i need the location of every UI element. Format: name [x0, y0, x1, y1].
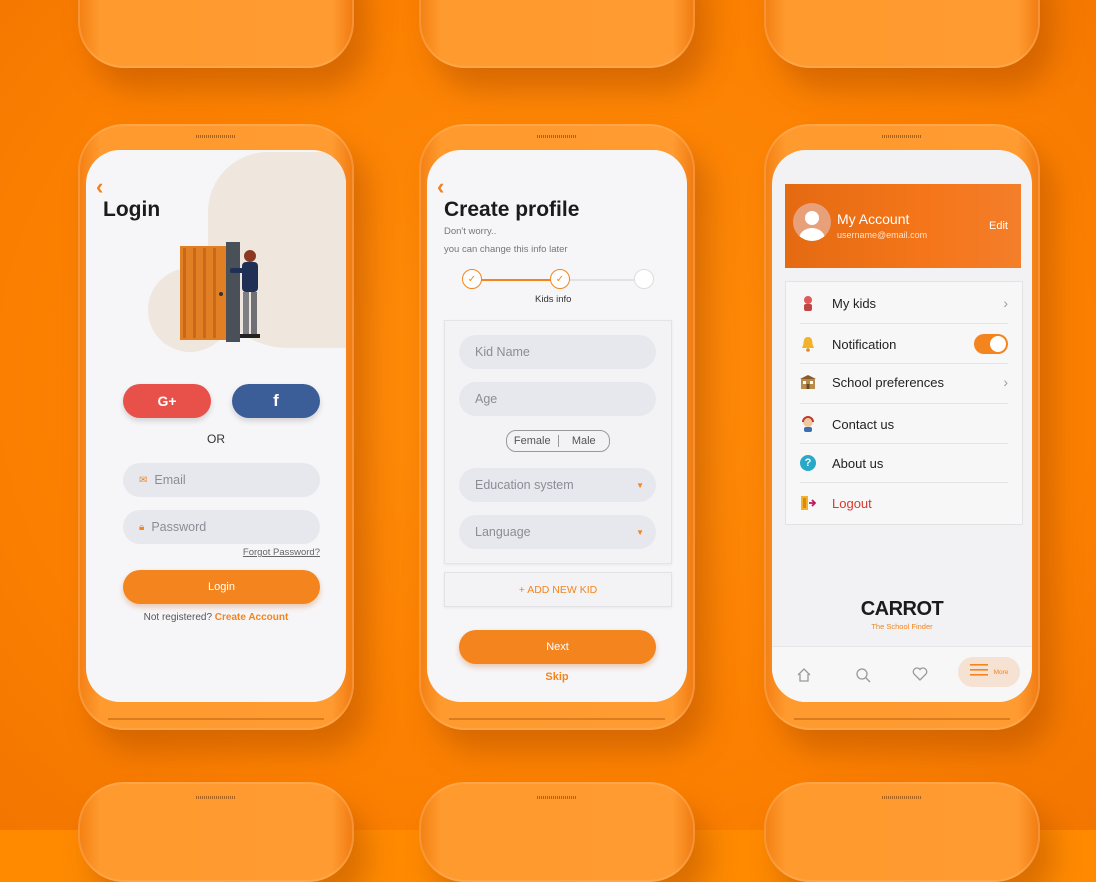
chevron-right-icon: ›	[1003, 374, 1008, 390]
menu-item-label: About us	[832, 455, 884, 471]
skip-button[interactable]: Skip	[427, 671, 687, 683]
notification-toggle[interactable]	[974, 334, 1008, 354]
subtitle-line-1: Don't worry..	[444, 226, 497, 237]
school-icon	[800, 374, 816, 390]
toggle-knob	[990, 336, 1006, 352]
education-placeholder: Education system	[475, 478, 574, 492]
bell-icon	[800, 336, 816, 352]
search-icon[interactable]	[855, 667, 871, 688]
avatar	[793, 203, 831, 241]
lock-icon: 🔒︎	[139, 521, 145, 533]
facebook-login-button[interactable]: f	[232, 384, 320, 418]
heart-icon[interactable]	[912, 667, 928, 686]
menu-item-about-us[interactable]: ? About us	[786, 443, 1022, 483]
email-icon: ✉	[139, 474, 148, 486]
phone-peek-bottom-left	[78, 782, 354, 882]
edit-button[interactable]: Edit	[989, 220, 1008, 232]
create-account-link[interactable]: Create Account	[215, 612, 289, 623]
menu-item-label: Logout	[832, 495, 872, 511]
add-new-kid-button[interactable]: + ADD NEW KID	[444, 572, 672, 607]
phone-login: ‹ Login G+ f OR ✉ Email 🔒︎ Password Forg…	[78, 124, 354, 730]
back-arrow-icon[interactable]: ‹	[437, 176, 444, 198]
phone-peek-top-middle	[419, 0, 695, 68]
more-nav-button[interactable]: More	[958, 657, 1020, 687]
google-login-button[interactable]: G+	[123, 384, 211, 418]
step-label: Kids info	[535, 294, 572, 305]
door-illustration	[180, 242, 260, 342]
account-header: My Account username@email.com Edit	[785, 184, 1021, 268]
facebook-icon: f	[273, 391, 279, 410]
home-icon[interactable]	[796, 667, 812, 688]
subtitle-line-2: you can change this info later	[444, 244, 568, 255]
step-3-circle	[634, 269, 654, 289]
login-button[interactable]: Login	[123, 570, 320, 604]
menu-item-school-preferences[interactable]: School preferences ›	[786, 362, 1022, 402]
language-placeholder: Language	[475, 525, 531, 539]
menu-item-label: Notification	[832, 336, 897, 352]
or-separator: OR	[207, 432, 225, 446]
page-title: Login	[103, 198, 161, 221]
menu-item-logout[interactable]: Logout	[786, 483, 1022, 523]
menu-item-notification[interactable]: Notification	[786, 324, 1022, 364]
kid-name-field[interactable]: Kid Name	[459, 335, 656, 369]
password-placeholder: Password	[151, 520, 207, 534]
language-select[interactable]: Language ▼	[459, 515, 656, 549]
gender-female-option[interactable]: Female	[507, 435, 559, 447]
brand-logo: CARROT	[860, 598, 944, 620]
menu-item-label: School preferences	[832, 374, 945, 390]
age-placeholder: Age	[475, 392, 498, 406]
phone-account: My Account username@email.com Edit My ki…	[764, 124, 1040, 730]
step-2-check-icon: ✓	[550, 269, 570, 289]
menu-item-label: My kids	[832, 295, 877, 311]
forgot-password-link[interactable]: Forgot Password?	[243, 547, 320, 558]
account-screen: My Account username@email.com Edit My ki…	[772, 150, 1032, 702]
login-screen: ‹ Login G+ f OR ✉ Email 🔒︎ Password Forg…	[86, 150, 346, 702]
phone-peek-bottom-right	[764, 782, 1040, 882]
create-profile-screen: ‹ Create profile Don't worry.. you can c…	[427, 150, 687, 702]
google-icon: G+	[157, 393, 177, 409]
age-field[interactable]: Age	[459, 382, 656, 416]
account-title: My Account	[837, 211, 910, 227]
logout-icon	[800, 495, 816, 511]
gender-toggle[interactable]: Female Male	[506, 430, 610, 452]
kid-name-placeholder: Kid Name	[475, 345, 530, 359]
stepper: ✓ ✓	[462, 269, 654, 293]
email-placeholder: Email	[154, 473, 186, 487]
menu-item-contact-us[interactable]: Contact us	[786, 404, 1022, 444]
next-button[interactable]: Next	[459, 630, 656, 664]
gender-male-option[interactable]: Male	[559, 435, 610, 447]
not-registered-text: Not registered?	[143, 612, 213, 623]
menu-item-my-kids[interactable]: My kids ›	[786, 283, 1022, 323]
bottom-nav: More	[772, 646, 1032, 702]
more-label: More	[993, 668, 1009, 676]
password-field[interactable]: 🔒︎ Password	[123, 510, 320, 544]
phone-create-profile: ‹ Create profile Don't worry.. you can c…	[419, 124, 695, 730]
caret-down-icon: ▼	[636, 527, 644, 537]
phone-peek-top-right	[764, 0, 1040, 68]
email-field[interactable]: ✉ Email	[123, 463, 320, 497]
kid-icon	[800, 295, 816, 311]
support-icon	[800, 416, 816, 432]
chevron-right-icon: ›	[1003, 295, 1008, 311]
menu-item-label: Contact us	[832, 416, 895, 432]
page-title: Create profile	[444, 198, 580, 221]
account-email: username@email.com	[837, 230, 928, 240]
phone-peek-bottom-middle	[419, 782, 695, 882]
caret-down-icon: ▼	[636, 480, 644, 490]
menu-icon	[969, 663, 988, 682]
step-1-check-icon: ✓	[462, 269, 482, 289]
back-arrow-icon[interactable]: ‹	[96, 176, 103, 198]
account-menu: My kids › Notification School preference…	[785, 281, 1023, 525]
phone-peek-top-left	[78, 0, 354, 68]
brand-tagline: The School Finder	[871, 622, 933, 631]
education-system-select[interactable]: Education system ▼	[459, 468, 656, 502]
help-icon: ?	[800, 455, 816, 471]
register-prompt: Not registered? Create Account	[86, 612, 346, 623]
